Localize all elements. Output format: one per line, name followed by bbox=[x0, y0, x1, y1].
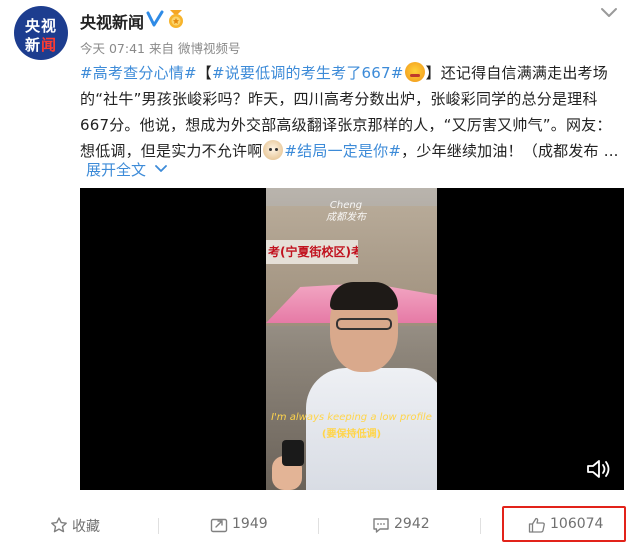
video-watermark: Cheng 成都发布 bbox=[326, 200, 366, 223]
author-name[interactable]: 央视新闻 bbox=[80, 9, 144, 33]
post-from-label: 来自 bbox=[149, 41, 175, 56]
avatar-text-line2: 新闻 bbox=[24, 36, 58, 54]
repost-icon bbox=[210, 518, 228, 533]
post-time: 今天 07:41 bbox=[80, 41, 145, 56]
like-count: 106074 bbox=[550, 516, 604, 532]
repost-button[interactable]: 1949 bbox=[210, 506, 280, 544]
repost-count: 1949 bbox=[232, 516, 268, 532]
divider bbox=[158, 518, 159, 534]
video-microphone bbox=[282, 440, 304, 466]
video-person-hair bbox=[330, 282, 398, 310]
expand-full-text-link[interactable]: 展开全文 bbox=[86, 159, 146, 180]
favorite-label: 收藏 bbox=[72, 519, 100, 535]
video-player[interactable]: 考(宁夏街校区)考点 Cheng 成都发布 I'm always keeping… bbox=[80, 188, 624, 490]
dog-emoji-icon bbox=[263, 140, 284, 160]
post-text: #高考查分心情#【#说要低调的考生考了667# 】还记得自信满满走出考场的“社牛”… bbox=[80, 60, 620, 164]
chevron-down-icon[interactable] bbox=[600, 6, 618, 20]
post-meta: 今天 07:41 来自 微博视频号 bbox=[80, 38, 245, 57]
comment-button[interactable]: 2942 bbox=[372, 506, 442, 544]
video-frame: 考(宁夏街校区)考点 Cheng 成都发布 I'm always keeping… bbox=[266, 188, 437, 490]
comment-count: 2942 bbox=[394, 516, 430, 532]
video-person-glasses bbox=[336, 318, 392, 330]
post-source[interactable]: 微博视频号 bbox=[178, 41, 241, 56]
video-banner-text: 考(宁夏街校区)考点 bbox=[266, 240, 358, 264]
divider bbox=[318, 518, 319, 534]
like-button[interactable]: 106074 bbox=[528, 506, 618, 544]
verified-v-icon bbox=[146, 10, 164, 27]
angry-emoji-icon bbox=[404, 62, 425, 82]
comment-icon bbox=[373, 518, 389, 533]
bracket-close: 】 bbox=[425, 64, 441, 82]
medal-icon bbox=[169, 10, 183, 28]
video-subtitle-zh: (要保持低调) bbox=[321, 429, 382, 440]
avatar[interactable]: 央视 新闻 bbox=[14, 6, 68, 60]
hashtag-link[interactable]: #高考查分心情# bbox=[80, 64, 197, 82]
post-body-text-end: ，少年继续加油！（成都发布 ... bbox=[401, 142, 619, 160]
action-bar: 收藏 1949 2942 106074 bbox=[0, 506, 640, 544]
volume-icon[interactable] bbox=[586, 458, 612, 480]
star-icon bbox=[51, 517, 67, 533]
video-subtitle-en: I'm always keeping a low profile bbox=[271, 412, 432, 423]
thumbs-up-icon bbox=[528, 517, 545, 533]
hashtag-link[interactable]: #结局一定是你# bbox=[284, 142, 401, 160]
divider bbox=[480, 518, 481, 534]
favorite-button[interactable]: 收藏 bbox=[50, 506, 120, 544]
bracket-open: 【 bbox=[196, 64, 212, 82]
hashtag-link[interactable]: #说要低调的考生考了667# bbox=[212, 64, 404, 82]
avatar-text-line1: 央视 bbox=[24, 17, 57, 35]
chevron-down-icon[interactable] bbox=[155, 164, 167, 174]
